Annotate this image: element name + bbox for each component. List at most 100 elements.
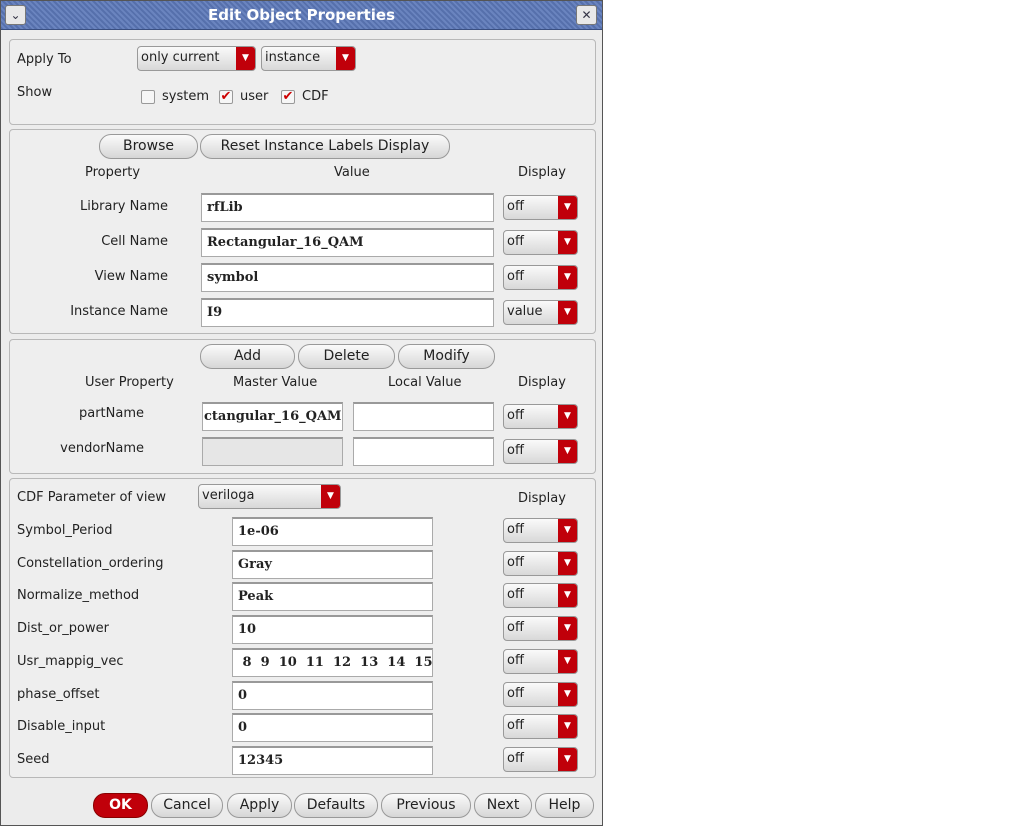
display-value: off	[507, 587, 524, 603]
cdf-param-input[interactable]: 12345	[232, 745, 433, 775]
chevron-down-icon: ▼	[558, 747, 577, 771]
help-button[interactable]: Help	[535, 793, 594, 818]
chevron-down-icon: ▼	[558, 440, 577, 463]
chevron-down-icon: ▼	[558, 617, 577, 641]
close-icon: ✕	[581, 8, 592, 22]
master-value-field	[202, 437, 343, 466]
window-menu-button[interactable]: ⌄	[5, 5, 26, 25]
display-value: off	[507, 718, 524, 734]
edit-object-properties-dialog: Edit Object Properties ⌄ ✕ Apply To only…	[0, 0, 603, 826]
ok-button[interactable]: OK	[93, 793, 148, 818]
apply-scope-value: only current	[141, 50, 220, 65]
chevron-down-icon: ⌄	[10, 8, 21, 22]
system-label: system	[162, 89, 209, 104]
user-property-label: partName	[78, 406, 144, 421]
chevron-down-icon: ▼	[558, 405, 577, 428]
property-label: Library Name	[80, 199, 168, 214]
display-dropdown[interactable]: off ▼	[503, 195, 578, 220]
display-value: off	[507, 408, 524, 423]
cdf-display-header: Display	[518, 491, 566, 506]
property-label: Cell Name	[101, 234, 168, 249]
defaults-button[interactable]: Defaults	[294, 793, 378, 818]
cdf-param-input[interactable]: Gray	[232, 549, 433, 579]
cdf-param-input[interactable]: 1e-06	[232, 517, 433, 546]
display-dropdown[interactable]: off ▼	[503, 648, 578, 674]
chevron-down-icon: ▼	[336, 47, 355, 70]
cdf-param-label: Constellation_ordering	[17, 555, 164, 571]
display-dropdown[interactable]: off ▼	[503, 616, 578, 642]
master-value-header: Master Value	[233, 375, 318, 390]
apply-type-dropdown[interactable]: instance ▼	[261, 46, 356, 71]
local-value-input[interactable]	[353, 437, 494, 466]
apply-scope-dropdown[interactable]: only current ▼	[137, 46, 256, 71]
display-value: off	[507, 652, 524, 668]
system-checkbox[interactable]	[141, 90, 155, 104]
display-dropdown[interactable]: off ▼	[503, 550, 578, 576]
cdf-param-label: phase_offset	[17, 686, 100, 702]
chevron-down-icon: ▼	[558, 682, 577, 706]
cdf-param-label: Normalize_method	[17, 588, 140, 604]
display-value: off	[507, 620, 524, 636]
property-value-input[interactable]: rfLib	[201, 193, 494, 222]
title-bar: Edit Object Properties	[1, 1, 602, 30]
cdf-view-label: CDF Parameter of view	[17, 490, 167, 505]
user-property-header: User Property	[85, 375, 174, 390]
chevron-down-icon: ▼	[558, 649, 577, 673]
apply-to-label: Apply To	[17, 52, 72, 67]
property-label: View Name	[94, 269, 168, 284]
cdf-param-input[interactable]: 10	[232, 615, 433, 645]
reset-labels-button[interactable]: Reset Instance Labels Display	[200, 134, 450, 159]
chevron-down-icon: ▼	[558, 715, 577, 739]
property-label: Instance Name	[70, 304, 168, 319]
apply-button[interactable]: Apply	[227, 793, 292, 818]
cdf-param-input[interactable]: 8 9 10 11 12 13 14 15]	[232, 647, 433, 677]
property-value-input[interactable]: Rectangular_16_QAM	[201, 228, 494, 257]
cdf-param-label: Symbol_Period	[17, 523, 113, 538]
delete-button[interactable]: Delete	[298, 344, 395, 369]
display-dropdown[interactable]: off ▼	[503, 714, 578, 740]
display-dropdown[interactable]: off ▼	[503, 265, 578, 290]
display-value: off	[507, 443, 524, 458]
display-dropdown[interactable]: off ▼	[503, 583, 578, 609]
user-display-header: Display	[518, 375, 566, 390]
value-header: Value	[334, 165, 370, 180]
display-dropdown[interactable]: off ▼	[503, 518, 578, 543]
display-dropdown[interactable]: off ▼	[503, 746, 578, 772]
property-value-input[interactable]: symbol	[201, 263, 494, 292]
display-dropdown[interactable]: off ▼	[503, 230, 578, 255]
cdf-param-label: Usr_mappig_vec	[17, 653, 124, 669]
display-header: Display	[518, 165, 566, 180]
property-value-input[interactable]: I9	[201, 298, 494, 327]
display-value: off	[507, 269, 524, 284]
modify-button[interactable]: Modify	[398, 344, 495, 369]
close-button[interactable]: ✕	[576, 5, 597, 25]
cdf-param-input[interactable]: 0	[232, 680, 433, 710]
cdf-param-label: Dist_or_power	[17, 621, 109, 637]
display-dropdown[interactable]: value ▼	[503, 300, 578, 325]
display-value: off	[507, 750, 524, 766]
previous-button[interactable]: Previous	[381, 793, 471, 818]
user-property-label: vendorName	[60, 441, 144, 456]
local-value-header: Local Value	[388, 375, 462, 390]
local-value-input[interactable]	[353, 402, 494, 431]
next-button[interactable]: Next	[474, 793, 532, 818]
master-value-field: ctangular_16_QAM	[202, 402, 343, 431]
chevron-down-icon: ▼	[558, 551, 577, 575]
display-dropdown[interactable]: off ▼	[503, 681, 578, 707]
chevron-down-icon: ▼	[558, 196, 577, 219]
chevron-down-icon: ▼	[558, 584, 577, 608]
cdf-param-input[interactable]: Peak	[232, 582, 433, 612]
display-value: off	[507, 234, 524, 249]
display-value: off	[507, 685, 524, 701]
user-checkbox[interactable]: ✔	[219, 90, 233, 104]
cdf-checkbox[interactable]: ✔	[281, 90, 295, 104]
display-dropdown[interactable]: off ▼	[503, 404, 578, 429]
cancel-button[interactable]: Cancel	[151, 793, 223, 818]
window-title: Edit Object Properties	[207, 6, 396, 24]
cdf-param-input[interactable]: 0	[232, 713, 433, 743]
display-dropdown[interactable]: off ▼	[503, 439, 578, 464]
cdf-param-label: Disable_input	[17, 719, 106, 735]
cdf-view-dropdown[interactable]: veriloga ▼	[198, 484, 341, 509]
browse-button[interactable]: Browse	[99, 134, 198, 159]
add-button[interactable]: Add	[200, 344, 295, 369]
